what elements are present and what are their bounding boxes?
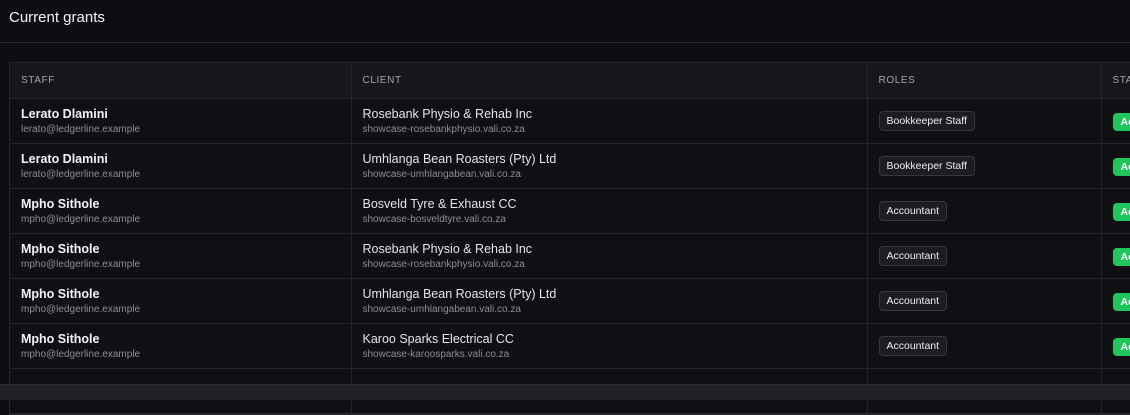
roles-cell: Bookkeeper Staff: [867, 144, 1101, 189]
grants-table: STAFF CLIENT ROLES STA Lerato Dlaminiler…: [10, 63, 1130, 414]
status-badge: Ac: [1113, 203, 1130, 221]
status-badge: Ac: [1113, 248, 1130, 266]
status-cell: Ac: [1101, 324, 1130, 369]
client-name: Umhlanga Bean Roasters (Pty) Ltd: [363, 287, 867, 302]
client-name: Rosebank Physio & Rehab Inc: [363, 242, 867, 257]
column-header-status[interactable]: STA: [1101, 63, 1130, 99]
table-row[interactable]: Mpho Sitholempho@ledgerline.exampleKaroo…: [10, 324, 1130, 369]
staff-name: Lerato Dlamini: [21, 152, 351, 167]
table-row[interactable]: Mpho Sitholempho@ledgerline.exampleUmhla…: [10, 279, 1130, 324]
staff-name: Mpho Sithole: [21, 332, 351, 347]
table-row[interactable]: Mpho Sitholempho@ledgerline.exampleRoseb…: [10, 234, 1130, 279]
staff-cell: Mpho Sitholempho@ledgerline.example: [10, 279, 351, 324]
client-cell: Rosebank Physio & Rehab Incshowcase-rose…: [351, 99, 867, 144]
status-cell: Ac: [1101, 279, 1130, 324]
roles-cell: Accountant: [867, 279, 1101, 324]
column-header-staff[interactable]: STAFF: [10, 63, 351, 99]
status-badge: Ac: [1113, 158, 1130, 176]
client-cell: Bosveld Tyre & Exhaust CCshowcase-bosvel…: [351, 189, 867, 234]
staff-name: Mpho Sithole: [21, 287, 351, 302]
role-badge: Accountant: [879, 246, 948, 266]
role-badge: Bookkeeper Staff: [879, 111, 975, 131]
client-domain: showcase-umhlangabean.vali.co.za: [363, 168, 867, 181]
grants-table-container: STAFF CLIENT ROLES STA Lerato Dlaminiler…: [9, 62, 1130, 415]
staff-cell: Lerato Dlaminilerato@ledgerline.example: [10, 99, 351, 144]
staff-email: mpho@ledgerline.example: [21, 348, 351, 361]
staff-email: lerato@ledgerline.example: [21, 123, 351, 136]
status-cell: Ac: [1101, 99, 1130, 144]
client-cell: Umhlanga Bean Roasters (Pty) Ltdshowcase…: [351, 279, 867, 324]
table-row[interactable]: Lerato Dlaminilerato@ledgerline.exampleU…: [10, 144, 1130, 189]
client-domain: showcase-umhlangabean.vali.co.za: [363, 303, 867, 316]
roles-cell: Bookkeeper Staff: [867, 99, 1101, 144]
staff-cell: Mpho Sitholempho@ledgerline.example: [10, 234, 351, 279]
status-cell: Ac: [1101, 189, 1130, 234]
client-cell: Rosebank Physio & Rehab Incshowcase-rose…: [351, 234, 867, 279]
staff-cell: Lerato Dlaminilerato@ledgerline.example: [10, 144, 351, 189]
table-row[interactable]: Mpho Sitholempho@ledgerline.exampleBosve…: [10, 189, 1130, 234]
staff-name: Mpho Sithole: [21, 197, 351, 212]
client-name: Rosebank Physio & Rehab Inc: [363, 107, 867, 122]
staff-cell: Mpho Sitholempho@ledgerline.example: [10, 324, 351, 369]
staff-email: mpho@ledgerline.example: [21, 303, 351, 316]
client-name: Karoo Sparks Electrical CC: [363, 332, 867, 347]
status-badge: Ac: [1113, 338, 1130, 356]
column-header-client[interactable]: CLIENT: [351, 63, 867, 99]
status-cell: Ac: [1101, 234, 1130, 279]
status-cell: Ac: [1101, 144, 1130, 189]
staff-name: Lerato Dlamini: [21, 107, 351, 122]
horizontal-scrollbar[interactable]: [0, 384, 1130, 400]
role-badge: Accountant: [879, 336, 948, 356]
role-badge: Bookkeeper Staff: [879, 156, 975, 176]
staff-email: mpho@ledgerline.example: [21, 213, 351, 226]
roles-cell: Accountant: [867, 189, 1101, 234]
status-badge: Ac: [1113, 113, 1130, 131]
roles-cell: Accountant: [867, 324, 1101, 369]
page-title: Current grants: [9, 9, 105, 26]
client-name: Umhlanga Bean Roasters (Pty) Ltd: [363, 152, 867, 167]
client-domain: showcase-rosebankphysio.vali.co.za: [363, 123, 867, 136]
role-badge: Accountant: [879, 201, 948, 221]
client-name: Bosveld Tyre & Exhaust CC: [363, 197, 867, 212]
staff-cell: Mpho Sitholempho@ledgerline.example: [10, 189, 351, 234]
page-header: Current grants: [0, 0, 1130, 43]
roles-cell: Accountant: [867, 234, 1101, 279]
staff-email: lerato@ledgerline.example: [21, 168, 351, 181]
client-domain: showcase-rosebankphysio.vali.co.za: [363, 258, 867, 271]
client-domain: showcase-karoosparks.vali.co.za: [363, 348, 867, 361]
table-header-row: STAFF CLIENT ROLES STA: [10, 63, 1130, 99]
client-cell: Karoo Sparks Electrical CCshowcase-karoo…: [351, 324, 867, 369]
staff-name: Mpho Sithole: [21, 242, 351, 257]
staff-email: mpho@ledgerline.example: [21, 258, 351, 271]
column-header-roles[interactable]: ROLES: [867, 63, 1101, 99]
client-cell: Umhlanga Bean Roasters (Pty) Ltdshowcase…: [351, 144, 867, 189]
status-badge: Ac: [1113, 293, 1130, 311]
table-row[interactable]: Lerato Dlaminilerato@ledgerline.exampleR…: [10, 99, 1130, 144]
client-domain: showcase-bosveldtyre.vali.co.za: [363, 213, 867, 226]
role-badge: Accountant: [879, 291, 948, 311]
